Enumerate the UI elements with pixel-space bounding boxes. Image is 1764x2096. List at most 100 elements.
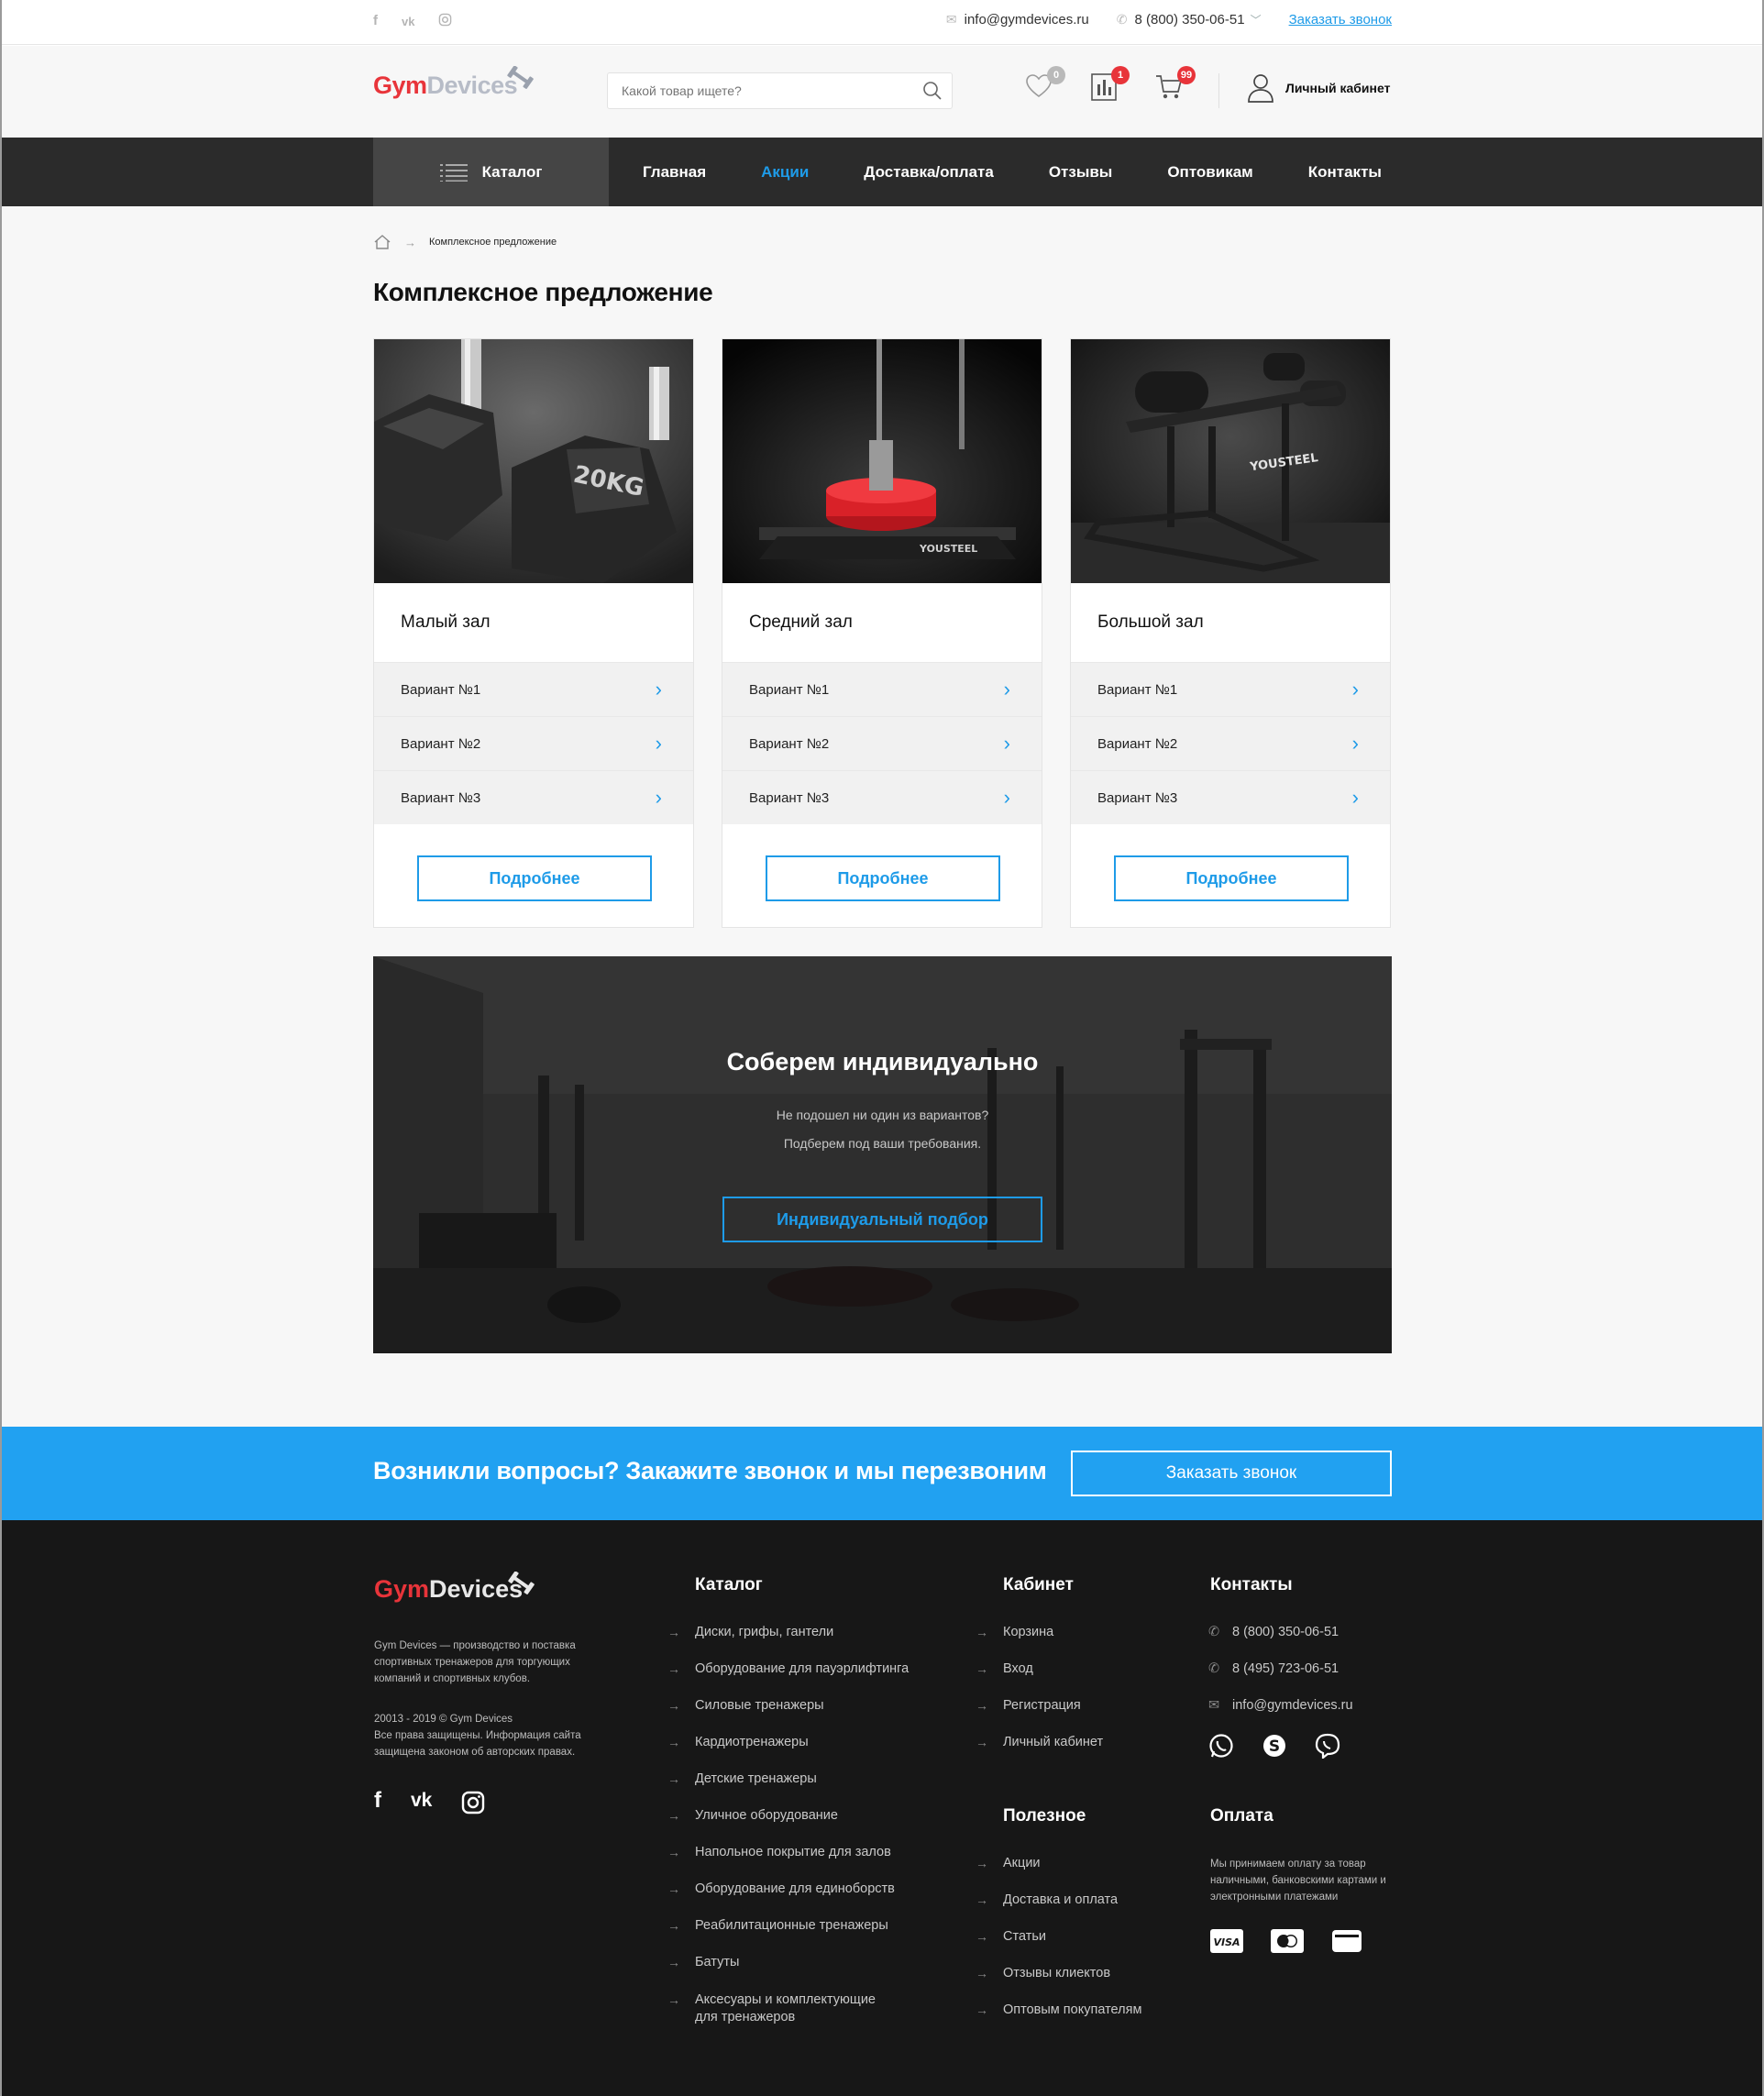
card-variant-2[interactable]: Вариант №2 › <box>1071 716 1390 770</box>
chevron-right-icon: › <box>655 786 662 809</box>
footer-cabinet-item[interactable]: → Регистрация <box>976 1698 1103 1735</box>
chevron-right-icon: › <box>1003 678 1010 701</box>
footer-catalog-item[interactable]: → Кардиотренажеры <box>667 1735 909 1771</box>
footer-useful-item[interactable]: → Отзывы клиектов <box>976 1966 1141 2002</box>
card-variant-3[interactable]: Вариант №3 › <box>722 770 1042 824</box>
variant-label: Вариант №2 <box>749 735 830 752</box>
favorites-button[interactable]: 0 <box>1025 66 1065 104</box>
home-icon[interactable] <box>373 234 391 250</box>
nav-item-wholesale[interactable]: Оптовикам <box>1167 163 1252 182</box>
footer-catalog-item[interactable]: → Батуты <box>667 1955 909 1991</box>
user-icon <box>1248 74 1273 103</box>
nav-item-reviews[interactable]: Отзывы <box>1049 163 1113 182</box>
variant-label: Вариант №3 <box>401 789 481 806</box>
header: GymDevices 0 1 99 Личный кабинет <box>0 46 1764 138</box>
catalog-button[interactable]: Каталог <box>373 138 609 206</box>
footer-cabinet-item[interactable]: → Личный кабинет <box>976 1735 1103 1771</box>
favorites-badge: 0 <box>1047 66 1065 84</box>
footer-catalog-item[interactable]: → Оборудование для пауэрлифтинга <box>667 1661 909 1698</box>
cart-badge: 99 <box>1177 66 1196 84</box>
instagram-icon[interactable] <box>461 1788 485 1821</box>
order-call-button[interactable]: Заказать звонок <box>1071 1451 1392 1496</box>
account-link[interactable]: Личный кабинет <box>1247 73 1390 103</box>
nav-item-promotions[interactable]: Акции <box>761 163 809 182</box>
contact-text: 8 (495) 723-06-51 <box>1232 1661 1340 1676</box>
chevron-down-icon[interactable]: ﹀ <box>1251 14 1262 27</box>
skype-icon[interactable]: S <box>1262 1733 1287 1759</box>
chevron-right-icon: › <box>1351 786 1359 809</box>
list-menu-icon <box>439 163 468 182</box>
footer-useful-item[interactable]: → Акции <box>976 1856 1141 1892</box>
individual-selection-button[interactable]: Индивидуальный подбор <box>722 1197 1042 1242</box>
footer-email[interactable]: ✉ info@gymdevices.ru <box>1208 1698 1353 1735</box>
details-button[interactable]: Подробнее <box>1114 855 1349 901</box>
footer-catalog-item[interactable]: → Реабилитационные тренажеры <box>667 1918 909 1955</box>
chevron-right-icon: › <box>1003 786 1010 809</box>
variant-label: Вариант №1 <box>749 681 830 698</box>
footer-phone-1[interactable]: ✆ 8 (800) 350-06-51 <box>1208 1625 1353 1661</box>
viber-icon[interactable] <box>1315 1733 1340 1759</box>
variant-label: Вариант №3 <box>1097 789 1178 806</box>
search-input[interactable] <box>608 73 883 108</box>
footer-link-text: Детские тренажеры <box>695 1771 817 1786</box>
dumbbell-logo-icon <box>507 66 534 89</box>
phone-icon: ✆ <box>1208 1625 1220 1639</box>
card-variant-3[interactable]: Вариант №3 › <box>1071 770 1390 824</box>
footer-catalog-item[interactable]: → Силовые тренажеры <box>667 1698 909 1735</box>
arrow-right-icon: → <box>976 1698 988 1713</box>
card-variant-1[interactable]: Вариант №1 › <box>722 662 1042 716</box>
footer-useful-list: → Акции → Доставка и оплата → Статьи → Отзыв… <box>976 1856 1141 2039</box>
chevron-right-icon: › <box>655 732 662 755</box>
details-button[interactable]: Подробнее <box>417 855 652 901</box>
offer-card-medium: YOUSTEEL Средний зал Вариант №1 › Вариант… <box>722 338 1042 928</box>
footer-useful-item[interactable]: → Статьи <box>976 1929 1141 1966</box>
instagram-icon[interactable] <box>438 13 452 30</box>
facebook-icon[interactable]: f <box>373 13 378 30</box>
footer-catalog-item[interactable]: → Диски, грифы, гантели <box>667 1625 909 1661</box>
arrow-right-icon: → <box>667 1808 680 1823</box>
callback-link[interactable]: Заказать звонок <box>1289 12 1392 28</box>
cart-button[interactable]: 99 <box>1155 66 1196 105</box>
footer-useful-item[interactable]: → Оптовым покупателям <box>976 2002 1141 2039</box>
card-variant-3[interactable]: Вариант №3 › <box>374 770 693 824</box>
footer-contacts-list: ✆ 8 (800) 350-06-51 ✆ 8 (495) 723-06-51 ✉ i… <box>1208 1625 1353 1735</box>
footer-logo[interactable]: GymDevices <box>374 1572 535 1604</box>
nav-item-home[interactable]: Главная <box>643 163 706 182</box>
footer-cabinet-item[interactable]: → Корзина <box>976 1625 1103 1661</box>
whatsapp-icon[interactable] <box>1208 1733 1234 1759</box>
nav-item-delivery[interactable]: Доставка/оплата <box>864 163 994 182</box>
logo[interactable]: GymDevices <box>373 66 534 100</box>
card-variant-2[interactable]: Вариант №2 › <box>722 716 1042 770</box>
footer-cabinet-title: Кабинет <box>1003 1575 1074 1594</box>
details-button[interactable]: Подробнее <box>766 855 1000 901</box>
callback-strip: Возникли вопросы? Закажите звонок и мы п… <box>2 1427 1762 1520</box>
variant-label: Вариант №1 <box>401 681 481 698</box>
arrow-right-icon: → <box>976 1661 988 1676</box>
card-variant-1[interactable]: Вариант №1 › <box>374 662 693 716</box>
footer-contacts-title: Контакты <box>1210 1575 1293 1594</box>
card-variant-2[interactable]: Вариант №2 › <box>374 716 693 770</box>
vk-icon[interactable]: vk <box>411 1790 432 1821</box>
nav-item-contacts[interactable]: Контакты <box>1308 163 1382 182</box>
card-variant-1[interactable]: Вариант №1 › <box>1071 662 1390 716</box>
card-image-bench: YOUSTEEL <box>1071 339 1390 583</box>
footer-phone-2[interactable]: ✆ 8 (495) 723-06-51 <box>1208 1661 1353 1698</box>
footer-catalog-item[interactable]: → Аксесуары и комплектующие для тренажеро… <box>667 1991 909 2033</box>
compare-button[interactable]: 1 <box>1091 66 1130 105</box>
footer-catalog-item[interactable]: → Уличное оборудование <box>667 1808 909 1845</box>
footer-link-text: Личный кабинет <box>1003 1735 1104 1749</box>
footer-catalog-item[interactable]: → Напольное покрытие для залов <box>667 1845 909 1881</box>
top-email[interactable]: ✉ info@gymdevices.ru <box>946 12 1089 28</box>
footer-catalog-item[interactable]: → Оборудование для единоборств <box>667 1881 909 1918</box>
chevron-right-icon: › <box>655 678 662 701</box>
footer-logo-gym: Gym <box>374 1575 430 1603</box>
top-phone[interactable]: ✆ 8 (800) 350-06-51 ﹀ <box>1117 12 1262 28</box>
footer-cabinet-item[interactable]: → Вход <box>976 1661 1103 1698</box>
facebook-icon[interactable]: f <box>374 1788 381 1821</box>
footer-catalog-item[interactable]: → Детские тренажеры <box>667 1771 909 1808</box>
vk-icon[interactable]: vk <box>402 15 414 30</box>
page-title: Комплексное предложение <box>373 278 713 306</box>
footer-useful-item[interactable]: → Доставка и оплата <box>976 1892 1141 1929</box>
top-contacts: ✉ info@gymdevices.ru ✆ 8 (800) 350-06-51 ﹀ … <box>946 12 1392 28</box>
search-icon[interactable] <box>922 81 943 105</box>
